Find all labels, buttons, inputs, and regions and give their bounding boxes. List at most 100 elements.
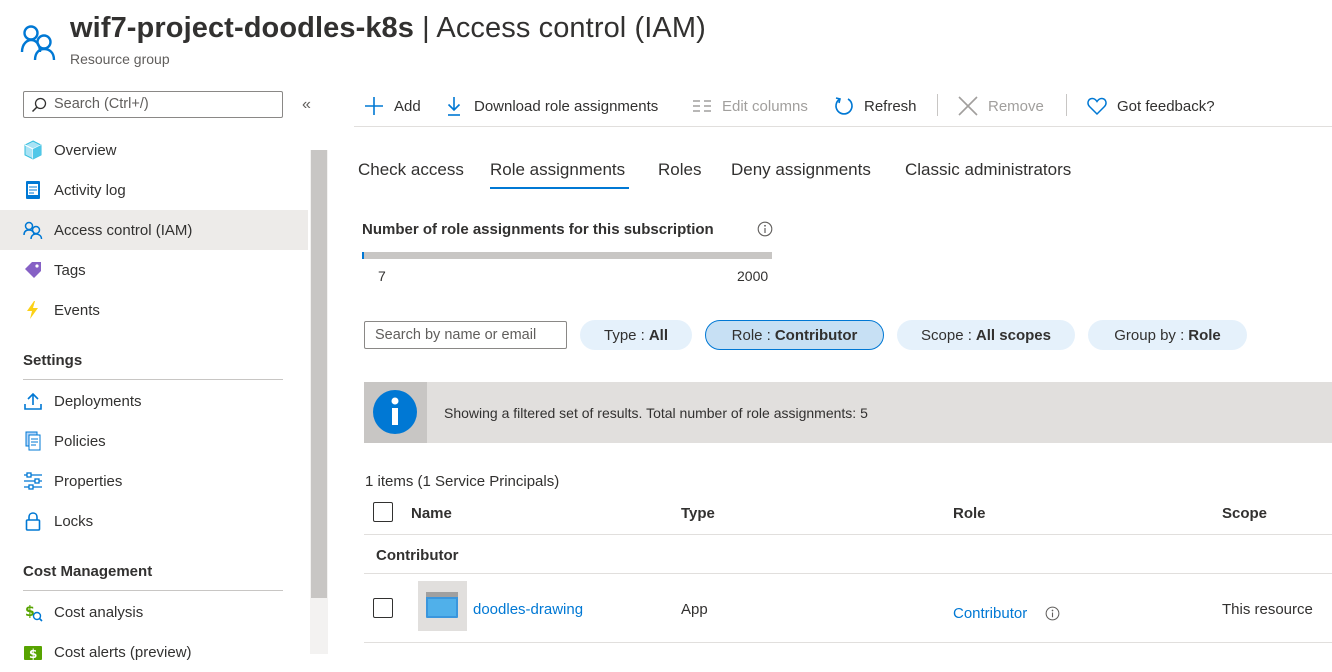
sidebar-item-label: Overview [54, 141, 117, 159]
lock-icon [25, 512, 41, 531]
download-role-assignments-button[interactable]: Download role assignments [444, 94, 658, 118]
group-by-filter-value: Role [1188, 326, 1221, 344]
role-filter-pill[interactable]: Role : Contributor [705, 320, 884, 350]
group-by-filter-label: Group by : [1114, 326, 1185, 344]
cost-analysis-icon: $ [25, 604, 43, 622]
tag-icon [25, 262, 41, 278]
resource-name: wif7-project-doodles-k8s [70, 12, 415, 44]
tab-deny-assignments[interactable]: Deny assignments [731, 160, 871, 180]
column-header-role[interactable]: Role [953, 505, 986, 522]
sidebar-item-tags[interactable]: Tags [0, 250, 308, 290]
principal-type: App [681, 601, 708, 618]
tab-classic-administrators[interactable]: Classic administrators [905, 160, 1071, 180]
sidebar-item-locks[interactable]: Locks [0, 501, 308, 541]
sidebar-item-label: Events [54, 301, 100, 319]
sidebar-item-label: Cost alerts (preview) [54, 643, 192, 661]
info-icon[interactable] [1045, 606, 1060, 621]
role-group-header: Contributor [376, 547, 459, 564]
sidebar-item-events[interactable]: Events [0, 290, 308, 330]
sidebar-item-cost-alerts[interactable]: $ Cost alerts (preview) [0, 632, 308, 672]
column-header-name[interactable]: Name [411, 505, 452, 522]
sidebar-item-overview[interactable]: Overview [0, 130, 308, 170]
refresh-icon [835, 97, 853, 115]
sidebar-section-settings: Settings [23, 352, 83, 369]
scope-filter-label: Scope : [921, 326, 972, 344]
table-divider [364, 573, 1332, 574]
info-icon [373, 390, 417, 434]
sidebar-item-label: Deployments [54, 392, 142, 410]
banner-message: Showing a filtered set of results. Total… [444, 405, 868, 421]
sidebar-section-cost-management: Cost Management [23, 563, 153, 580]
search-icon [31, 97, 47, 113]
group-by-filter-pill[interactable]: Group by : Role [1088, 320, 1247, 350]
section-divider [23, 590, 283, 591]
type-filter-label: Type : [603, 326, 645, 344]
tab-roles[interactable]: Roles [658, 160, 701, 180]
sidebar-item-label: Properties [54, 472, 123, 490]
heart-icon [1087, 97, 1107, 116]
role-filter-value: Contributor [774, 326, 858, 344]
remove-button[interactable]: Remove [958, 94, 1044, 118]
collapse-sidebar-button[interactable]: « [302, 96, 311, 114]
title-separator: | [414, 12, 437, 44]
feedback-label: Got feedback? [1117, 97, 1215, 115]
active-tab-indicator [490, 187, 629, 189]
activity-log-icon [26, 181, 40, 199]
toolbar-separator [937, 94, 938, 116]
sidebar-search-placeholder: Search (Ctrl+/) [54, 96, 149, 112]
role-assignments-max: 2000 [737, 268, 769, 284]
lightning-icon [27, 301, 38, 319]
remove-label: Remove [988, 97, 1044, 115]
sidebar-scrollbar-thumb[interactable] [311, 150, 327, 598]
sidebar-item-properties[interactable]: Properties [0, 461, 308, 501]
role-link[interactable]: Contributor [953, 605, 1027, 622]
sidebar-item-label: Policies [54, 432, 106, 450]
sidebar-item-access-control[interactable]: Access control (IAM) [0, 210, 308, 250]
refresh-label: Refresh [864, 97, 917, 115]
sidebar-item-label: Cost analysis [54, 603, 144, 621]
app-registration-icon [426, 592, 458, 618]
row-checkbox[interactable] [373, 598, 393, 618]
role-filter-label: Role : [731, 326, 771, 344]
table-divider [364, 534, 1332, 535]
sidebar-search-input[interactable]: Search (Ctrl+/) [23, 91, 283, 118]
refresh-button[interactable]: Refresh [834, 94, 917, 118]
sidebar-item-label: Locks [54, 512, 94, 530]
download-icon [447, 97, 461, 116]
table-divider [364, 642, 1332, 643]
edit-columns-label: Edit columns [722, 97, 808, 115]
sidebar-item-activity-log[interactable]: Activity log [0, 170, 308, 210]
column-header-scope[interactable]: Scope [1222, 505, 1267, 522]
column-header-type[interactable]: Type [681, 505, 715, 522]
principal-name-link[interactable]: doodles-drawing [473, 601, 583, 618]
section-divider [23, 379, 283, 380]
sidebar-item-cost-analysis[interactable]: $ Cost analysis [0, 592, 308, 632]
people-icon [23, 221, 43, 240]
role-assignments-progress-bar [362, 252, 772, 259]
scope-filter-pill[interactable]: Scope : All scopes [897, 320, 1075, 350]
users-icon [20, 22, 60, 62]
select-all-checkbox[interactable] [373, 502, 393, 522]
search-by-name-input[interactable]: Search by name or email [364, 321, 567, 349]
add-label: Add [394, 97, 421, 115]
cost-alerts-icon: $ [24, 646, 42, 661]
tab-role-assignments[interactable]: Role assignments [490, 160, 625, 180]
type-filter-value: All [648, 326, 669, 344]
items-count: 1 items (1 Service Principals) [365, 473, 560, 490]
edit-columns-button[interactable]: Edit columns [692, 94, 808, 118]
type-filter-pill[interactable]: Type : All [580, 320, 692, 350]
sidebar-item-policies[interactable]: Policies [0, 421, 308, 461]
scope-value: This resource [1222, 601, 1313, 618]
sidebar-item-deployments[interactable]: Deployments [0, 381, 308, 421]
cube-icon [24, 140, 42, 160]
info-icon[interactable] [757, 221, 773, 237]
page-name: Access control (IAM) [436, 12, 706, 44]
feedback-button[interactable]: Got feedback? [1087, 94, 1215, 118]
upload-icon [24, 392, 42, 410]
sliders-icon [24, 472, 42, 490]
tab-check-access[interactable]: Check access [358, 160, 464, 180]
role-assignments-progress-fill [362, 252, 364, 259]
toolbar-separator [1066, 94, 1067, 116]
add-button[interactable]: Add [364, 94, 421, 118]
sidebar-item-label: Activity log [54, 181, 126, 199]
